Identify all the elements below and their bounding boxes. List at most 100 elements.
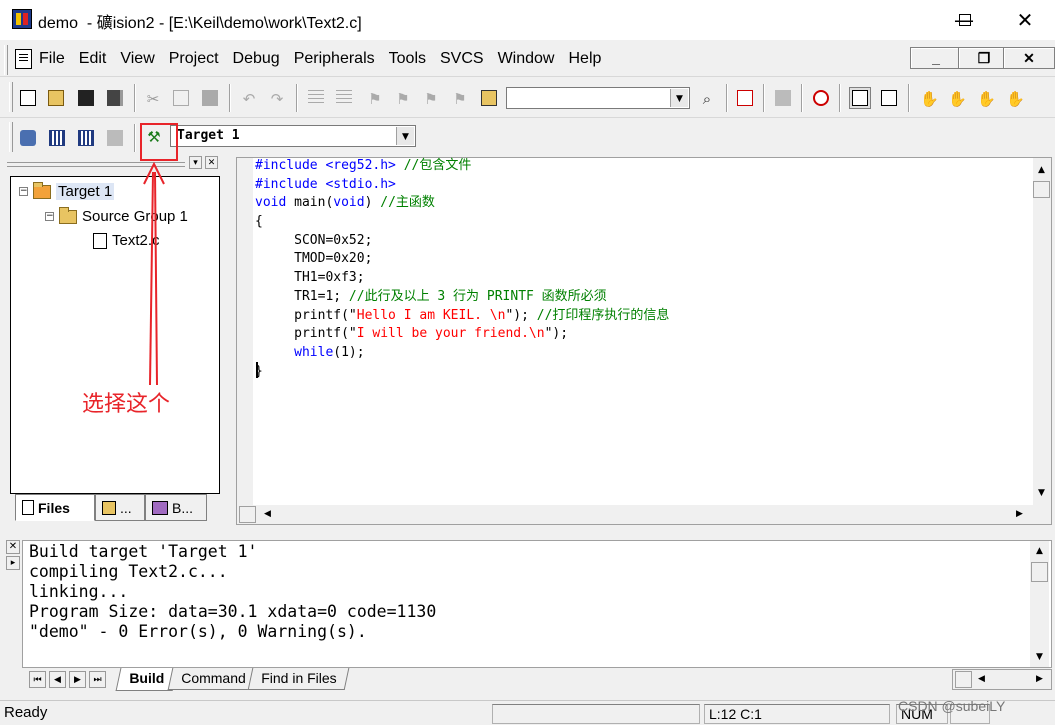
- scroll-down-icon[interactable]: ▼: [1033, 485, 1050, 502]
- menu-file[interactable]: File: [38, 50, 66, 68]
- menu-view[interactable]: View: [119, 50, 155, 68]
- code-line[interactable]: while(1);: [255, 344, 669, 363]
- chevron-down-icon[interactable]: ▼: [670, 89, 688, 107]
- scroll-right-icon[interactable]: ▶: [1011, 506, 1028, 523]
- maximize-button[interactable]: [941, 0, 989, 40]
- close-icon[interactable]: ✕: [205, 156, 218, 169]
- tab-find-in-files[interactable]: Find in Files: [247, 668, 350, 690]
- stop-build-icon[interactable]: [104, 127, 126, 149]
- mdi-close-button[interactable]: ✕: [1003, 47, 1055, 69]
- save-icon[interactable]: [75, 87, 97, 109]
- menu-peripherals[interactable]: Peripherals: [293, 50, 376, 68]
- translate-icon[interactable]: [17, 127, 39, 149]
- chevron-down-icon[interactable]: ▼: [396, 127, 414, 145]
- tree-item-target[interactable]: − Target 1: [19, 181, 115, 200]
- next-tab-icon[interactable]: ▶: [69, 671, 86, 688]
- code-line[interactable]: }: [255, 363, 669, 382]
- find-combo[interactable]: ▼: [506, 87, 690, 109]
- scroll-right-icon[interactable]: ▶: [1031, 671, 1048, 688]
- scroll-up-icon[interactable]: ▲: [1033, 162, 1050, 179]
- next-bookmark-icon[interactable]: ⚑: [420, 87, 442, 109]
- debug-session-icon[interactable]: [810, 87, 832, 109]
- tab-regs[interactable]: ...: [95, 494, 145, 521]
- title-bar[interactable]: demo - 礦ision2 - [E:\Keil\demo\work\Text…: [0, 0, 1055, 40]
- dock-menu-icon[interactable]: ▸: [6, 556, 20, 570]
- code-line[interactable]: SCON=0x52;: [255, 232, 669, 251]
- build-target-icon[interactable]: [46, 127, 68, 149]
- scroll-thumb[interactable]: [1033, 181, 1050, 198]
- undo-icon[interactable]: ↶: [238, 87, 260, 109]
- dock-menu-icon[interactable]: ▾: [189, 156, 202, 169]
- print-icon[interactable]: [772, 87, 794, 109]
- scroll-left-icon[interactable]: ◀: [259, 506, 276, 523]
- code-token: void: [255, 195, 295, 211]
- new-file-icon[interactable]: [17, 87, 39, 109]
- menu-window[interactable]: Window: [497, 50, 556, 68]
- last-tab-icon[interactable]: ⏭: [89, 671, 106, 688]
- rebuild-all-icon[interactable]: [75, 127, 97, 149]
- annotation-highlight-box: [140, 123, 178, 161]
- code-line[interactable]: {: [255, 213, 669, 232]
- code-line[interactable]: void main(void) //主函数: [255, 194, 669, 213]
- first-tab-icon[interactable]: ⏮: [29, 671, 46, 688]
- output-window-icon[interactable]: [878, 87, 900, 109]
- project-window-icon[interactable]: [849, 87, 871, 109]
- target-combo[interactable]: Target 1 ▼: [170, 125, 416, 147]
- disable-breakpoint-icon[interactable]: ✋: [974, 87, 996, 109]
- code-line[interactable]: TH1=0xf3;: [255, 269, 669, 288]
- open-folder-icon[interactable]: [45, 87, 67, 109]
- copy-icon[interactable]: [170, 87, 192, 109]
- hand-icon[interactable]: ✋: [917, 87, 939, 109]
- menu-edit[interactable]: Edit: [78, 50, 108, 68]
- indent-icon[interactable]: [305, 87, 327, 109]
- unindent-icon[interactable]: [333, 87, 355, 109]
- editor-vertical-scrollbar[interactable]: ▲ ▼: [1033, 158, 1051, 505]
- function-browser-icon[interactable]: [734, 87, 756, 109]
- close-icon[interactable]: ✕: [6, 540, 20, 554]
- breakpoint-icon[interactable]: ✋: [945, 87, 967, 109]
- close-button[interactable]: ✕: [1001, 0, 1049, 40]
- save-all-icon[interactable]: [104, 87, 126, 109]
- document-menu-icon[interactable]: [15, 49, 32, 69]
- tab-books[interactable]: B...: [145, 494, 207, 521]
- editor-horizontal-scrollbar[interactable]: ◀ ▶: [237, 505, 1051, 524]
- output-horizontal-scrollbar[interactable]: ◀ ▶: [952, 669, 1052, 690]
- menu-help[interactable]: Help: [567, 50, 602, 68]
- output-vertical-scrollbar[interactable]: ▲ ▼: [1030, 541, 1049, 667]
- uvision-app-icon[interactable]: [12, 9, 32, 29]
- redo-icon[interactable]: ↷: [266, 87, 288, 109]
- menu-tools[interactable]: Tools: [388, 50, 427, 68]
- tab-files[interactable]: Files: [15, 494, 95, 521]
- code-line[interactable]: printf("Hello I am KEIL. \n"); //打印程序执行的…: [255, 307, 669, 326]
- scroll-thumb[interactable]: [239, 506, 256, 523]
- status-empty-cell: [492, 704, 700, 724]
- find-in-files-icon[interactable]: [478, 87, 500, 109]
- binoculars-icon[interactable]: ⌕: [696, 87, 718, 109]
- scroll-down-icon[interactable]: ▼: [1031, 649, 1048, 666]
- code-line[interactable]: TMOD=0x20;: [255, 250, 669, 269]
- scroll-thumb[interactable]: [955, 671, 972, 688]
- code-text[interactable]: #include <reg52.h> //包含文件 #include <stdio…: [255, 157, 669, 381]
- cut-icon[interactable]: ✂: [142, 87, 164, 109]
- bookmark-icon[interactable]: ⚑: [364, 87, 386, 109]
- code-line[interactable]: TR1=1; //此行及以上 3 行为 PRINTF 函数所必须: [255, 288, 669, 307]
- prev-tab-icon[interactable]: ◀: [49, 671, 66, 688]
- scroll-thumb[interactable]: [1031, 562, 1048, 582]
- tab-command[interactable]: Command: [167, 668, 259, 690]
- menu-debug[interactable]: Debug: [232, 50, 281, 68]
- prev-bookmark-icon[interactable]: ⚑: [392, 87, 414, 109]
- scroll-up-icon[interactable]: ▲: [1031, 543, 1048, 560]
- menu-project[interactable]: Project: [168, 50, 220, 68]
- scroll-left-icon[interactable]: ◀: [973, 671, 990, 688]
- menu-svcs[interactable]: SVCS: [439, 50, 485, 68]
- paste-icon[interactable]: [199, 87, 221, 109]
- annotation-arrow: [143, 161, 165, 386]
- clear-bookmarks-icon[interactable]: ⚑: [449, 87, 471, 109]
- collapse-icon[interactable]: −: [19, 187, 28, 196]
- code-line[interactable]: printf("I will be your friend.\n");: [255, 325, 669, 344]
- code-line[interactable]: #include <reg52.h> //包含文件: [255, 157, 669, 176]
- collapse-icon[interactable]: −: [45, 212, 54, 221]
- mdi-minimize-button[interactable]: _: [910, 47, 962, 69]
- code-line[interactable]: #include <stdio.h>: [255, 176, 669, 195]
- kill-breakpoints-icon[interactable]: ✋: [1003, 87, 1025, 109]
